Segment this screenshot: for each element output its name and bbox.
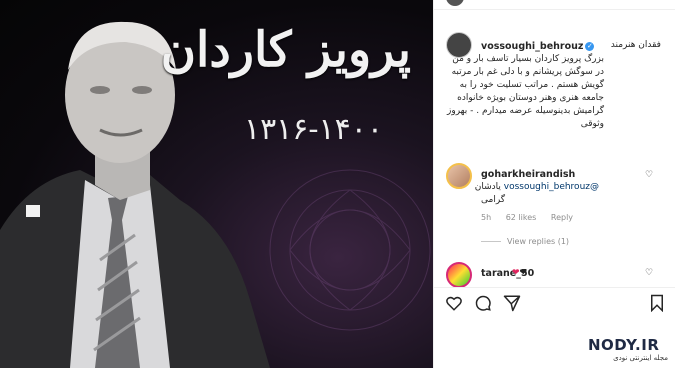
replies-divider — [481, 241, 501, 242]
post-actions — [434, 287, 675, 317]
memorial-years: ۱۳۱۶-۱۴۰۰ — [243, 112, 383, 147]
heart-icon[interactable] — [445, 294, 463, 312]
caption-line: گویش هستم . مراتب تسلیت خود را به — [459, 80, 604, 90]
view-replies-label[interactable]: View replies (1) — [507, 237, 569, 246]
commenter-avatar-2[interactable] — [446, 262, 472, 288]
post-caption: بزرگ پرویز کاردان بسیار تاسف بار و من در… — [444, 53, 604, 131]
comment-text-fa-2: گرامی — [481, 195, 506, 205]
caption-line: وثوقی — [580, 119, 604, 129]
view-replies-button[interactable]: View replies (1) — [481, 237, 569, 246]
share-icon[interactable] — [503, 294, 521, 312]
instagram-post-view: پرویز کاردان ۱۳۱۶-۱۴۰۰ vossoughi_behrouz… — [0, 0, 675, 368]
verified-icon: ✓ — [585, 42, 595, 51]
comment-text: @vossoughi_behrouz یادشان گرامی — [475, 181, 599, 207]
comment-heart-icon-2[interactable]: ♡ — [645, 268, 653, 278]
comment-likes[interactable]: 62 likes — [506, 213, 537, 222]
comment-username[interactable]: goharkheirandish — [481, 169, 575, 180]
watermark-main: NODY.IR — [588, 336, 660, 354]
commenter-avatar[interactable] — [446, 163, 472, 189]
caption-line: در سوگش پریشانم و با دلی غم بار مرتبه — [451, 67, 604, 77]
comment-text-fa: یادشان — [474, 182, 501, 192]
site-watermark: NODY.IR مجله اینترنتی نودی — [588, 336, 668, 362]
comment-heart-icon[interactable]: ♡ — [645, 170, 653, 180]
post-image: پرویز کاردان ۱۳۱۶-۱۴۰۰ — [0, 0, 433, 368]
comment-reply-button[interactable]: Reply — [551, 213, 573, 222]
header-avatar[interactable] — [446, 0, 464, 6]
bookmark-icon[interactable] — [648, 294, 666, 312]
author-username[interactable]: vossoughi_behrouz ✓ — [481, 41, 595, 52]
author-username-text[interactable]: vossoughi_behrouz — [481, 41, 583, 52]
memorial-title: پرویز کاردان — [160, 22, 411, 78]
watermark-sub: مجله اینترنتی نودی — [613, 354, 668, 362]
post-header — [434, 0, 675, 10]
comment-meta: 5h 62 likes Reply — [481, 213, 585, 222]
caption-line: جامعه هنری وهنر دوستان بویژه خانواده — [457, 93, 604, 103]
comment-mention[interactable]: @vossoughi_behrouz — [504, 182, 599, 192]
caption-line: گرامیش بدینوسیله عرضه میدارم . - بهروز — [447, 106, 604, 116]
comment-emoji: ❤❤ — [512, 268, 527, 278]
post-sidebar: vossoughi_behrouz ✓ فقدان هنرمند بزرگ پرو… — [433, 0, 675, 368]
comment-time: 5h — [481, 213, 492, 222]
caption-first-line: فقدان هنرمند — [610, 40, 661, 50]
comment-icon[interactable] — [474, 294, 492, 312]
caption-line: بزرگ پرویز کاردان بسیار تاسف بار و من — [452, 54, 604, 64]
black-heart-icon: ❤ — [519, 268, 528, 278]
red-heart-icon: ❤ — [512, 268, 520, 278]
